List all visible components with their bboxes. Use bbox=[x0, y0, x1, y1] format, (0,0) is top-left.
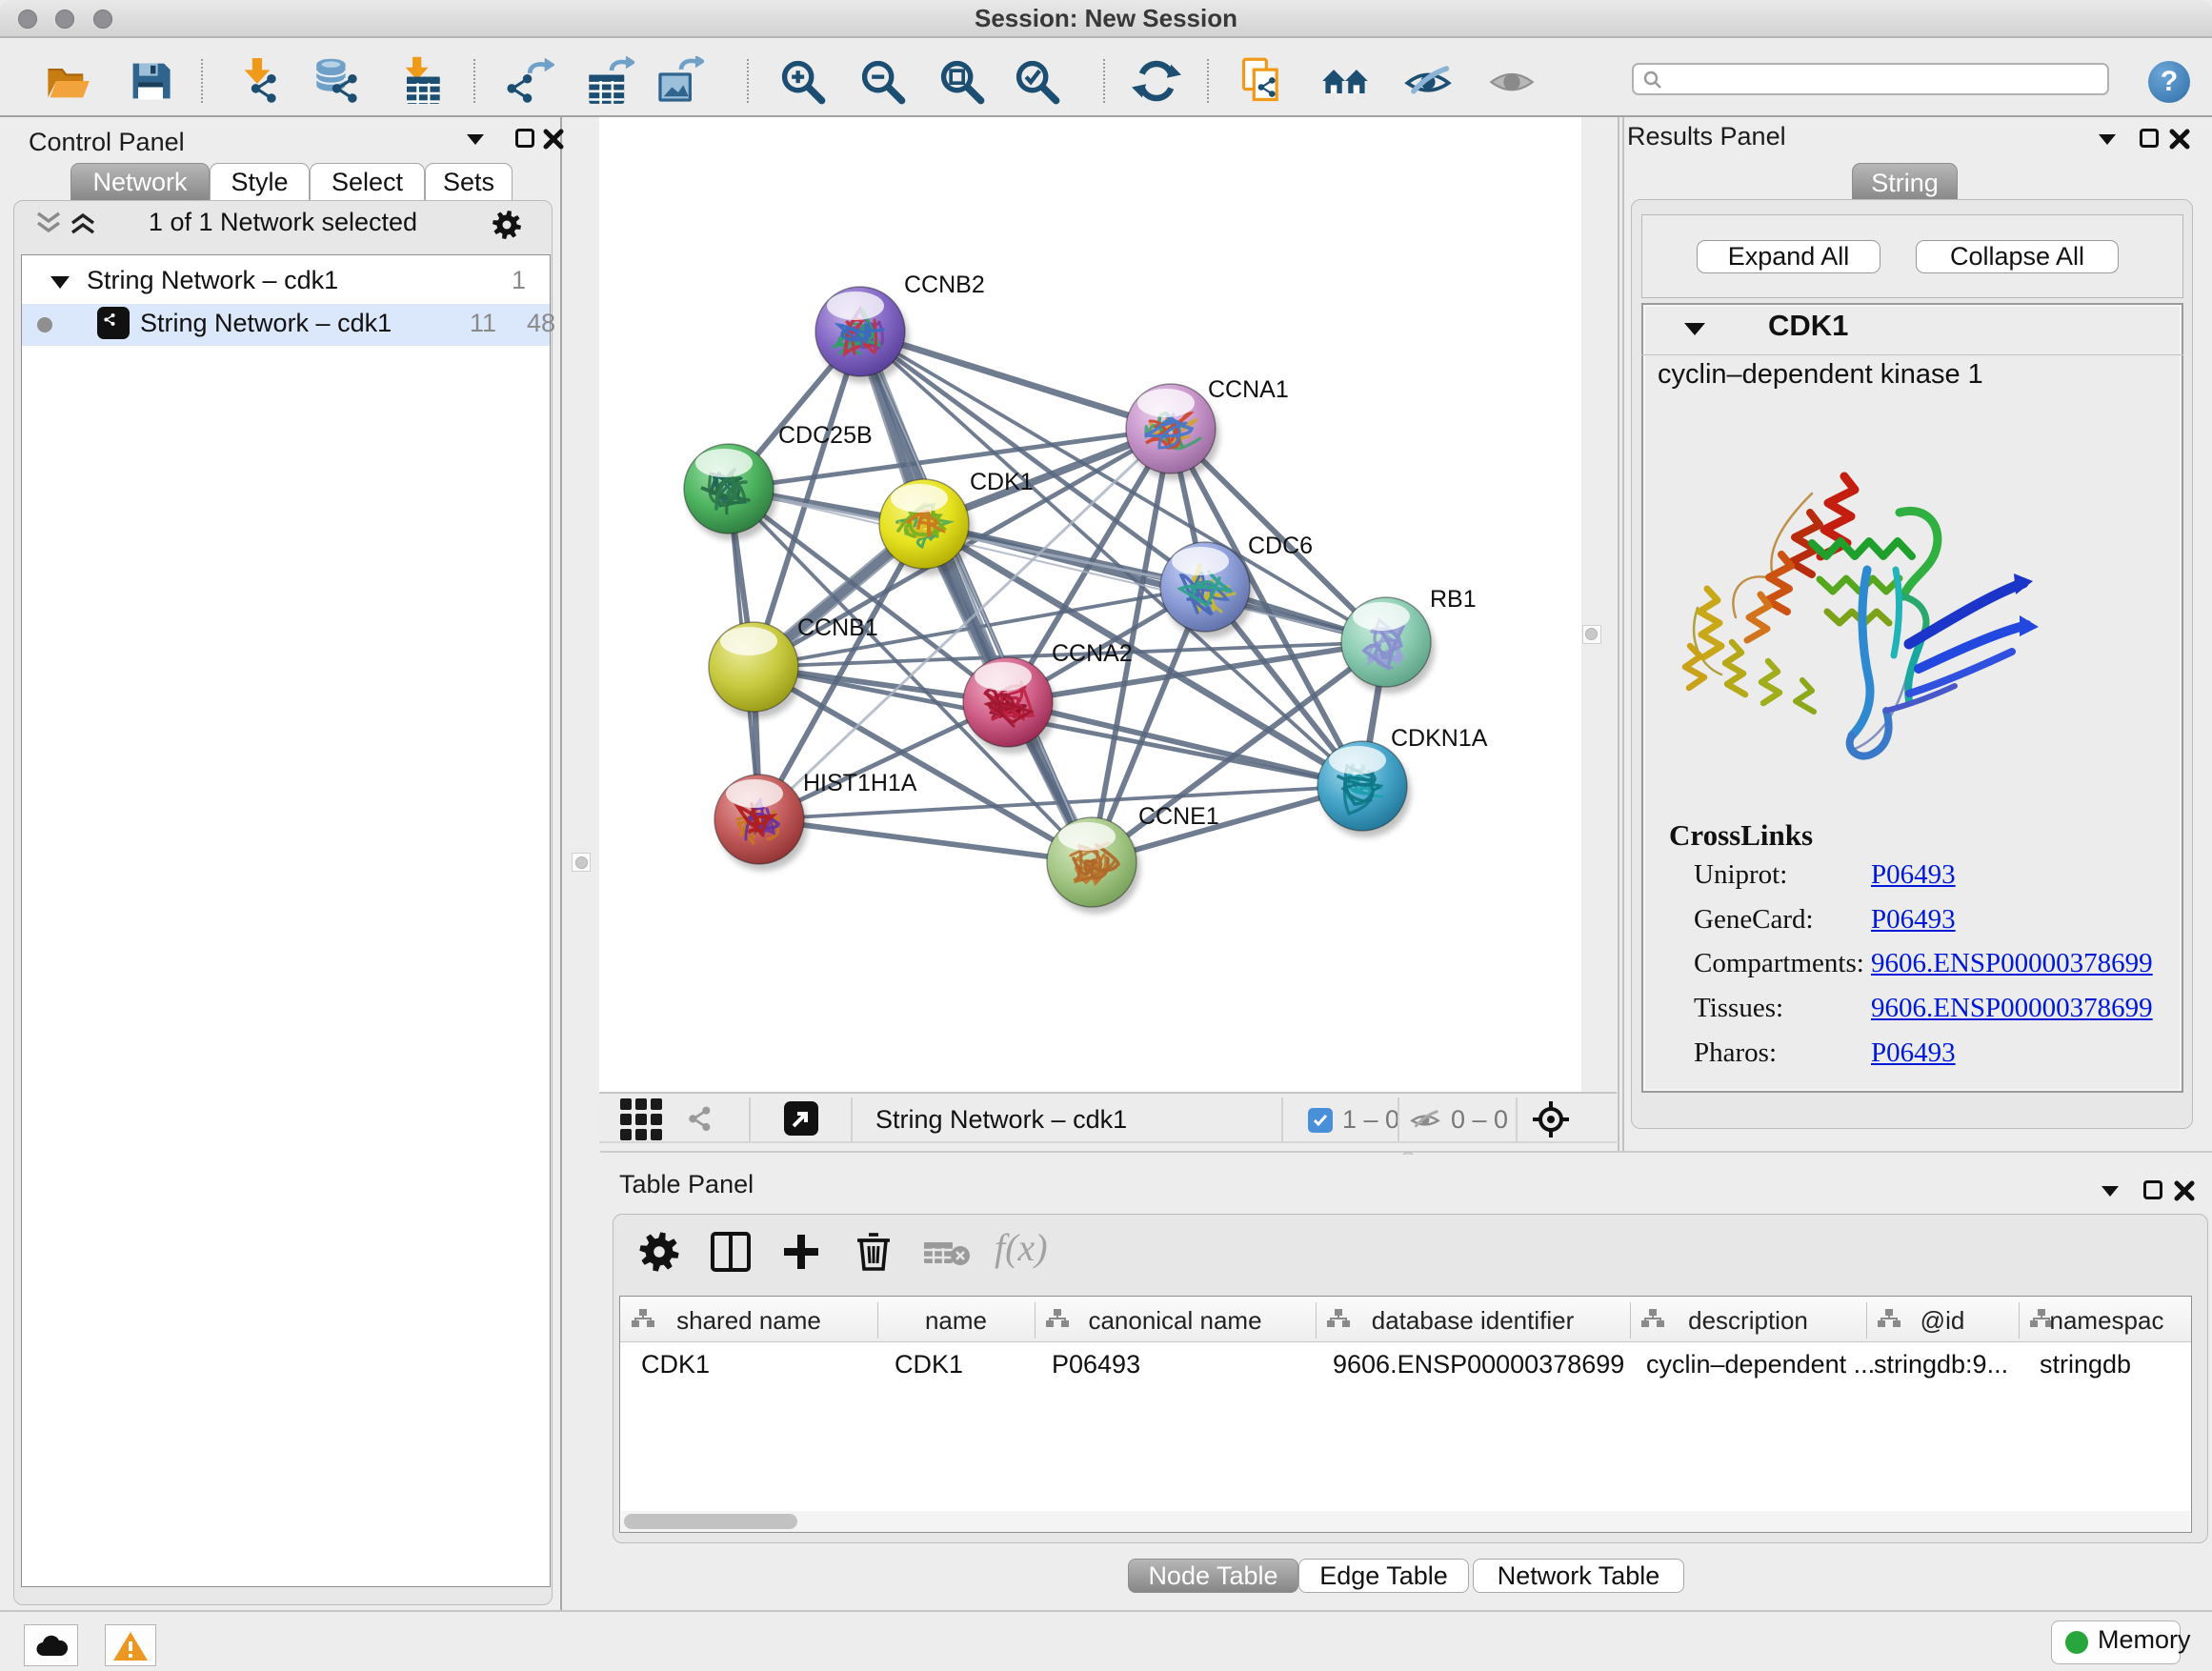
svg-text:CCNA2: CCNA2 bbox=[1052, 640, 1133, 667]
svg-text:CCNE1: CCNE1 bbox=[1138, 803, 1219, 830]
svg-text:CCNA1: CCNA1 bbox=[1208, 376, 1289, 403]
svg-text:CDKN1A: CDKN1A bbox=[1391, 725, 1488, 752]
svg-text:CCNB1: CCNB1 bbox=[797, 614, 878, 641]
svg-text:RB1: RB1 bbox=[1430, 586, 1477, 613]
svg-text:CCNB2: CCNB2 bbox=[904, 272, 985, 298]
svg-text:CDC25B: CDC25B bbox=[778, 422, 873, 449]
svg-text:CDK1: CDK1 bbox=[970, 469, 1034, 495]
svg-text:CDC6: CDC6 bbox=[1248, 533, 1313, 559]
svg-text:HIST1H1A: HIST1H1A bbox=[803, 770, 917, 796]
